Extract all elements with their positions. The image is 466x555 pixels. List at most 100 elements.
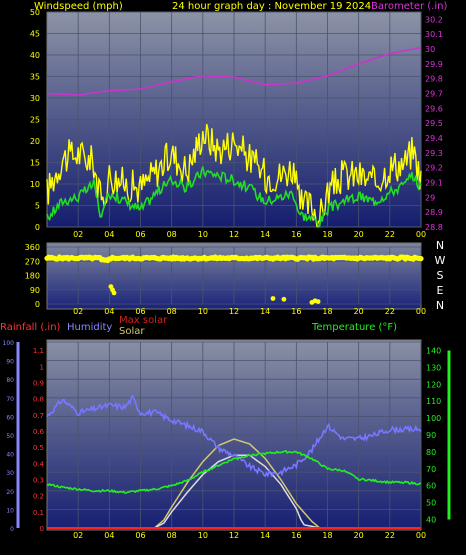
direction-y-tick-label: 270: [25, 257, 40, 266]
barometer-tick-label: 29.6: [425, 104, 443, 113]
humidity-tick-label: 30: [6, 470, 14, 477]
barometer-tick-label: 29.5: [425, 119, 443, 128]
wind-x-tick-label: 02: [73, 230, 83, 239]
temp-x-tick-label: 02: [73, 531, 83, 540]
wind-y-tick-label: 10: [30, 180, 40, 189]
wind-y-tick-label: 0: [35, 223, 40, 232]
rain-tick-label: 0.8: [33, 396, 44, 404]
wind-x-tick-label: 12: [229, 230, 239, 239]
humidity-tick-label: 60: [6, 414, 14, 421]
direction-y-tick-label: 360: [25, 243, 40, 252]
wind-x-tick-label: 18: [322, 230, 332, 239]
wind-y-tick-label: 25: [30, 116, 40, 125]
temperature-tick-label: 40: [426, 516, 436, 525]
direction-x-tick-label: 20: [354, 307, 364, 316]
temp-x-tick-label: 14: [260, 531, 270, 540]
temperature-tick-label: 90: [426, 431, 436, 440]
temperature-tick-label: 120: [426, 380, 441, 389]
wind-x-tick-label: 14: [260, 230, 270, 239]
temperature-tick-label: 70: [426, 465, 436, 474]
barometer-tick-label: 30.2: [425, 15, 443, 24]
temperature-tick-label: 100: [426, 414, 441, 423]
temperature-tick-label: 60: [426, 482, 436, 491]
humidity-tick-label: 0: [10, 526, 14, 533]
temperature-tick-label: 110: [426, 397, 441, 406]
wind-y-tick-label: 5: [35, 202, 40, 211]
temperature-tick-label: 140: [426, 346, 441, 355]
direction-x-tick-label: 08: [167, 307, 177, 316]
direction-point: [111, 290, 117, 296]
wind-y-tick-label: 45: [30, 30, 40, 39]
humidity-tick-label: 90: [6, 359, 14, 366]
humidity-tick-label: 50: [6, 433, 14, 440]
compass-label: N: [436, 239, 444, 252]
rain-tick-label: 0.9: [33, 379, 44, 387]
humidity-legend: Humidity: [67, 322, 112, 333]
humidity-tick-label: 10: [6, 507, 14, 514]
temp-x-tick-label: 16: [291, 531, 301, 540]
rain-tick-label: 1.1: [33, 347, 44, 355]
wind-x-tick-label: 08: [167, 230, 177, 239]
temperature-tick-label: 80: [426, 448, 436, 457]
rain-tick-label: 0.1: [33, 509, 44, 517]
rain-tick-label: 0.5: [33, 444, 44, 452]
barometer-tick-label: 29: [425, 193, 435, 202]
temp-x-tick-label: 22: [385, 531, 395, 540]
humidity-tick-label: 70: [6, 396, 14, 403]
compass-label: S: [437, 269, 444, 282]
barometer-tick-label: 29.1: [425, 179, 443, 188]
direction-x-tick-label: 04: [104, 307, 114, 316]
wind-x-tick-label: 04: [104, 230, 114, 239]
temp-x-tick-label: 08: [167, 531, 177, 540]
compass-label: N: [436, 299, 444, 312]
humidity-tick-label: 80: [6, 377, 14, 384]
rain-tick-label: 0: [40, 525, 44, 533]
rain-legend: Rainfall (.in): [0, 322, 61, 333]
humidity-tick-label: 40: [6, 452, 14, 459]
direction-x-tick-label: 22: [385, 307, 395, 316]
weather-chart: 02 04 06 08 10 12 14 16 18 20 22 000510152025303540…: [0, 1, 451, 540]
wind-y-tick-label: 35: [30, 73, 40, 82]
wind-x-tick-label: 16: [291, 230, 301, 239]
direction-x-tick-label: 16: [291, 307, 301, 316]
solar-legend: Solar: [119, 326, 145, 337]
temperature-legend: Temperature (°F): [311, 322, 397, 333]
direction-point: [281, 296, 287, 302]
humidity-tick-label: 20: [6, 489, 14, 496]
rain-tick-label: 0.7: [33, 412, 44, 420]
rain-tick-label: 0.6: [33, 428, 45, 436]
temp-x-tick-label: 00: [416, 531, 426, 540]
temp-x-tick-label: 18: [322, 531, 332, 540]
barometer-tick-label: 29.9: [425, 60, 443, 69]
temp-x-tick-label: 04: [104, 531, 114, 540]
direction-x-tick-label: 02: [73, 307, 83, 316]
direction-x-tick-label: 00: [416, 307, 426, 316]
barometer-tick-label: 28.8: [425, 223, 443, 232]
barometer-tick-label: 28.9: [425, 208, 443, 217]
rain-tick-label: 1: [40, 363, 44, 371]
wind-x-tick-label: 20: [354, 230, 364, 239]
max-solar-legend: Max solar: [119, 315, 168, 326]
barometer-tick-label: 29.7: [425, 90, 443, 99]
temp-x-tick-label: 20: [354, 531, 364, 540]
wind-y-tick-label: 30: [30, 94, 40, 103]
humidity-tick-label: 100: [3, 340, 15, 347]
direction-x-tick-label: 14: [260, 307, 270, 316]
wind-axis-title: Windspeed (mph): [34, 1, 123, 12]
barometer-tick-label: 30: [425, 45, 435, 54]
direction-point: [418, 256, 424, 262]
direction-y-tick-label: 90: [30, 286, 40, 295]
rain-tick-label: 0.3: [33, 476, 44, 484]
barometer-tick-label: 29.2: [425, 164, 443, 173]
temperature-tick-label: 130: [426, 363, 441, 372]
direction-point: [270, 296, 276, 301]
wind-y-tick-label: 40: [30, 51, 40, 60]
barometer-tick-label: 30.1: [425, 30, 443, 39]
barometer-tick-label: 29.3: [425, 149, 443, 158]
temp-x-tick-label: 06: [135, 531, 145, 540]
temperature-tick-label: 50: [426, 499, 436, 508]
temp-x-tick-label: 10: [198, 531, 208, 540]
rain-tick-label: 0.2: [33, 493, 44, 501]
wind-x-tick-label: 22: [385, 230, 395, 239]
temp-x-tick-label: 12: [229, 531, 239, 540]
